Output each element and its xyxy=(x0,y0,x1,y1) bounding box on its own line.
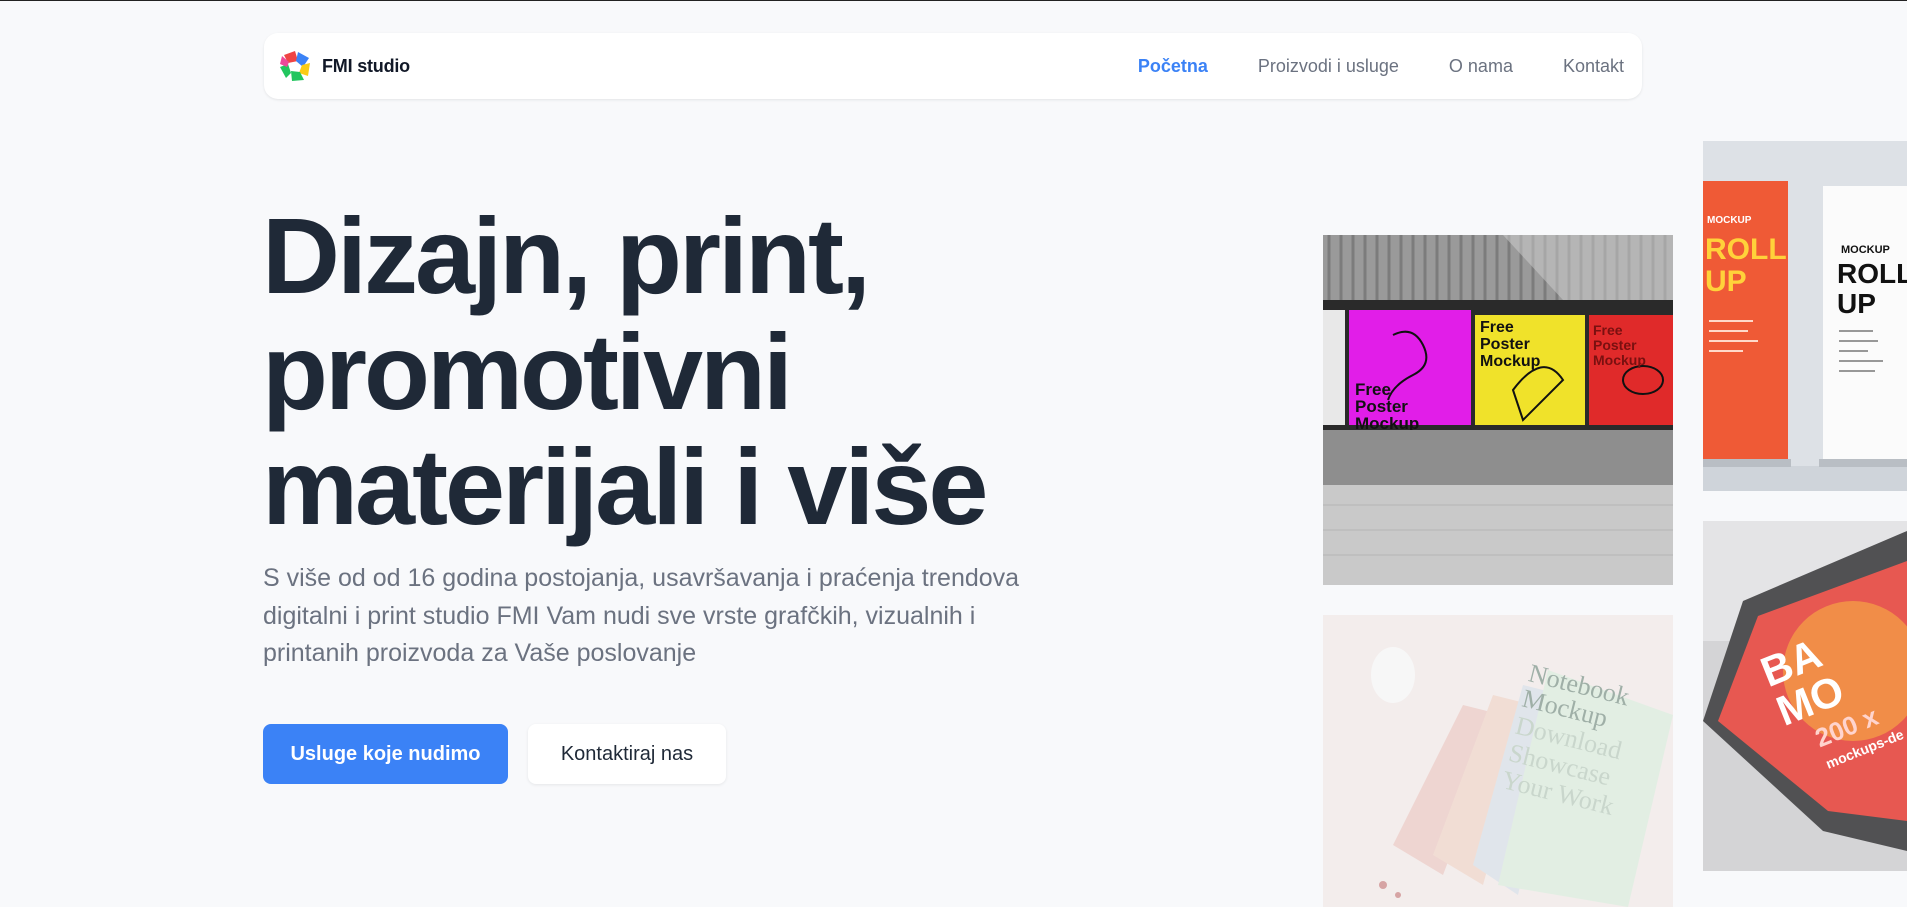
notebook-mockup-image: Notebook Mockup Download Showcase Your W… xyxy=(1323,615,1673,907)
banner-mockup-image: BA MO 200 x mockups-de xyxy=(1703,521,1907,871)
rollup-right-big: ROLL xyxy=(1837,258,1907,289)
contact-button[interactable]: Kontaktiraj nas xyxy=(528,724,726,784)
nav-link-kontakt[interactable]: Kontakt xyxy=(1563,56,1624,77)
rollup-mockup-image: MOCKUP ROLL UP MOCKUP ROLL UP xyxy=(1703,141,1907,491)
poster-middle-text: Mockup xyxy=(1480,353,1541,370)
rollup-right-top: MOCKUP xyxy=(1841,244,1890,256)
hero-title-line: promotivni xyxy=(262,310,793,432)
poster-right-text: Free xyxy=(1593,322,1623,338)
poster-middle-text: Poster xyxy=(1480,336,1530,353)
hero-subtitle: S više od od 16 godina postojanja, usavr… xyxy=(263,564,1020,667)
nav-link-proizvodi[interactable]: Proizvodi i usluge xyxy=(1258,56,1399,77)
nav-links: Početna Proizvodi i usluge O nama Kontak… xyxy=(1138,56,1624,77)
rollup-left-big: UP xyxy=(1705,265,1747,298)
fmi-logo-icon xyxy=(280,51,310,81)
brand-link[interactable]: FMI studio xyxy=(278,49,410,83)
services-button[interactable]: Usluge koje nudimo xyxy=(263,724,508,784)
top-border xyxy=(0,0,1907,1)
nav-link-o-nama[interactable]: O nama xyxy=(1449,56,1513,77)
brand-name: FMI studio xyxy=(322,55,410,76)
navbar: FMI studio Početna Proizvodi i usluge O … xyxy=(264,33,1642,99)
hero-title: Dizajn, print, promotivni materijali i v… xyxy=(262,198,1162,545)
rollup-left-top: MOCKUP xyxy=(1707,215,1752,226)
hero-title-line: materijali i više xyxy=(262,426,988,548)
poster-middle-text: Free xyxy=(1480,319,1514,336)
hero-title-line: Dizajn, print, xyxy=(262,195,871,316)
nav-link-pocetna[interactable]: Početna xyxy=(1138,56,1208,77)
rollup-right-big: UP xyxy=(1837,288,1876,319)
rollup-left-big: ROLL xyxy=(1705,233,1787,266)
poster-right-text: Mockup xyxy=(1593,352,1646,368)
poster-right-text: Poster xyxy=(1593,337,1637,353)
poster-mockup-image: Free Poster Mockup Free Poster Mockup Fr… xyxy=(1323,235,1673,585)
